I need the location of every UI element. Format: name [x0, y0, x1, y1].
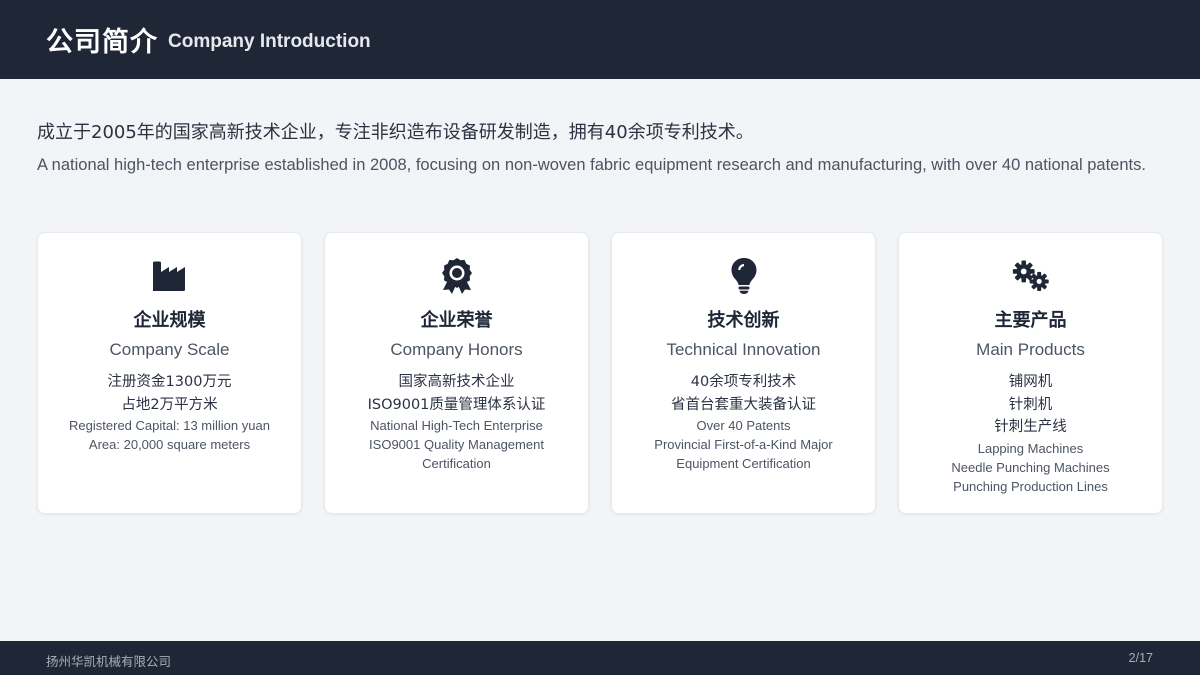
detail-line-cn: 占地2万平方米	[121, 396, 218, 413]
detail-line-cn: ISO9001质量管理体系认证	[367, 396, 546, 413]
detail-line-cn: 省首台套重大装备认证	[671, 396, 816, 413]
card-title-cn: 企业规模	[133, 310, 206, 331]
detail-line-en: Over 40 Patents	[696, 418, 791, 433]
card-company-scale: 企业规模 Company Scale 注册资金1300万元 占地2万平方米 Re…	[37, 232, 302, 514]
card-title-cn: 企业荣誉	[420, 310, 493, 331]
detail-line-en: Needle Punching Machines	[951, 459, 1110, 475]
page-number: 2/17	[1128, 651, 1153, 665]
card-title-cn: 技术创新	[707, 310, 780, 331]
detail-line-cn: 针刺机	[1008, 396, 1053, 413]
lightbulb-icon	[724, 257, 764, 295]
detail-line-en: Provincial First-of-a-Kind Major	[654, 437, 833, 452]
card-title-cn: 主要产品	[994, 310, 1067, 331]
header-bar: 公司简介 Company Introduction	[0, 0, 1200, 79]
card-technical-innovation: 技术创新 Technical Innovation 40余项专利技术 省首台套重…	[611, 232, 876, 514]
card-details: 国家高新技术企业 ISO9001质量管理体系认证 National High-T…	[335, 371, 578, 473]
feature-cards: 企业规模 Company Scale 注册资金1300万元 占地2万平方米 Re…	[37, 232, 1163, 514]
card-title-en: Company Scale	[109, 340, 230, 359]
card-title-en: Company Honors	[390, 340, 523, 359]
footer-company-name: 扬州华凯机械有限公司	[46, 654, 172, 669]
footer-bar: 扬州华凯机械有限公司 2/17	[0, 641, 1200, 675]
card-details: 注册资金1300万元 占地2万平方米 Registered Capital: 1…	[48, 371, 291, 454]
card-details: 40余项专利技术 省首台套重大装备认证 Over 40 Patents Prov…	[622, 371, 865, 473]
intro-text-cn: 成立于2005年的国家高新技术企业，专注非织造布设备研发制造，拥有40余项专利技…	[37, 122, 754, 143]
factory-icon	[150, 257, 190, 295]
detail-line-en: Punching Production Lines	[953, 478, 1108, 494]
detail-line-en: Certification	[422, 456, 491, 471]
intro-text-en: A national high-tech enterprise establis…	[37, 156, 1146, 174]
page-title-cn: 公司简介	[46, 27, 158, 58]
detail-line-en: Equipment Certification	[676, 456, 811, 471]
award-icon	[437, 257, 477, 295]
card-title-en: Main Products	[976, 340, 1085, 359]
card-main-products: 主要产品 Main Products 铺网机 针刺机 针刺生产线 Lapping…	[898, 232, 1163, 514]
detail-line-cn: 针刺生产线	[994, 419, 1067, 435]
detail-line-en: National High-Tech Enterprise	[370, 418, 543, 433]
detail-line-en: Lapping Machines	[977, 440, 1084, 456]
card-company-honors: 企业荣誉 Company Honors 国家高新技术企业 ISO9001质量管理…	[324, 232, 589, 514]
detail-line-en: ISO9001 Quality Management	[369, 437, 544, 452]
detail-line-en: Registered Capital: 13 million yuan	[69, 418, 270, 433]
detail-line-cn: 40余项专利技术	[690, 374, 797, 390]
detail-line-cn: 国家高新技术企业	[398, 374, 515, 390]
gears-icon	[1011, 257, 1051, 295]
detail-line-en: Area: 20,000 square meters	[88, 437, 251, 452]
detail-line-cn: 铺网机	[1008, 374, 1053, 390]
page-title-en: Company Introduction	[168, 30, 371, 52]
card-title-en: Technical Innovation	[666, 340, 821, 359]
detail-line-cn: 注册资金1300万元	[107, 374, 232, 390]
card-details: 铺网机 针刺机 针刺生产线 Lapping Machines Needle Pu…	[909, 371, 1152, 496]
